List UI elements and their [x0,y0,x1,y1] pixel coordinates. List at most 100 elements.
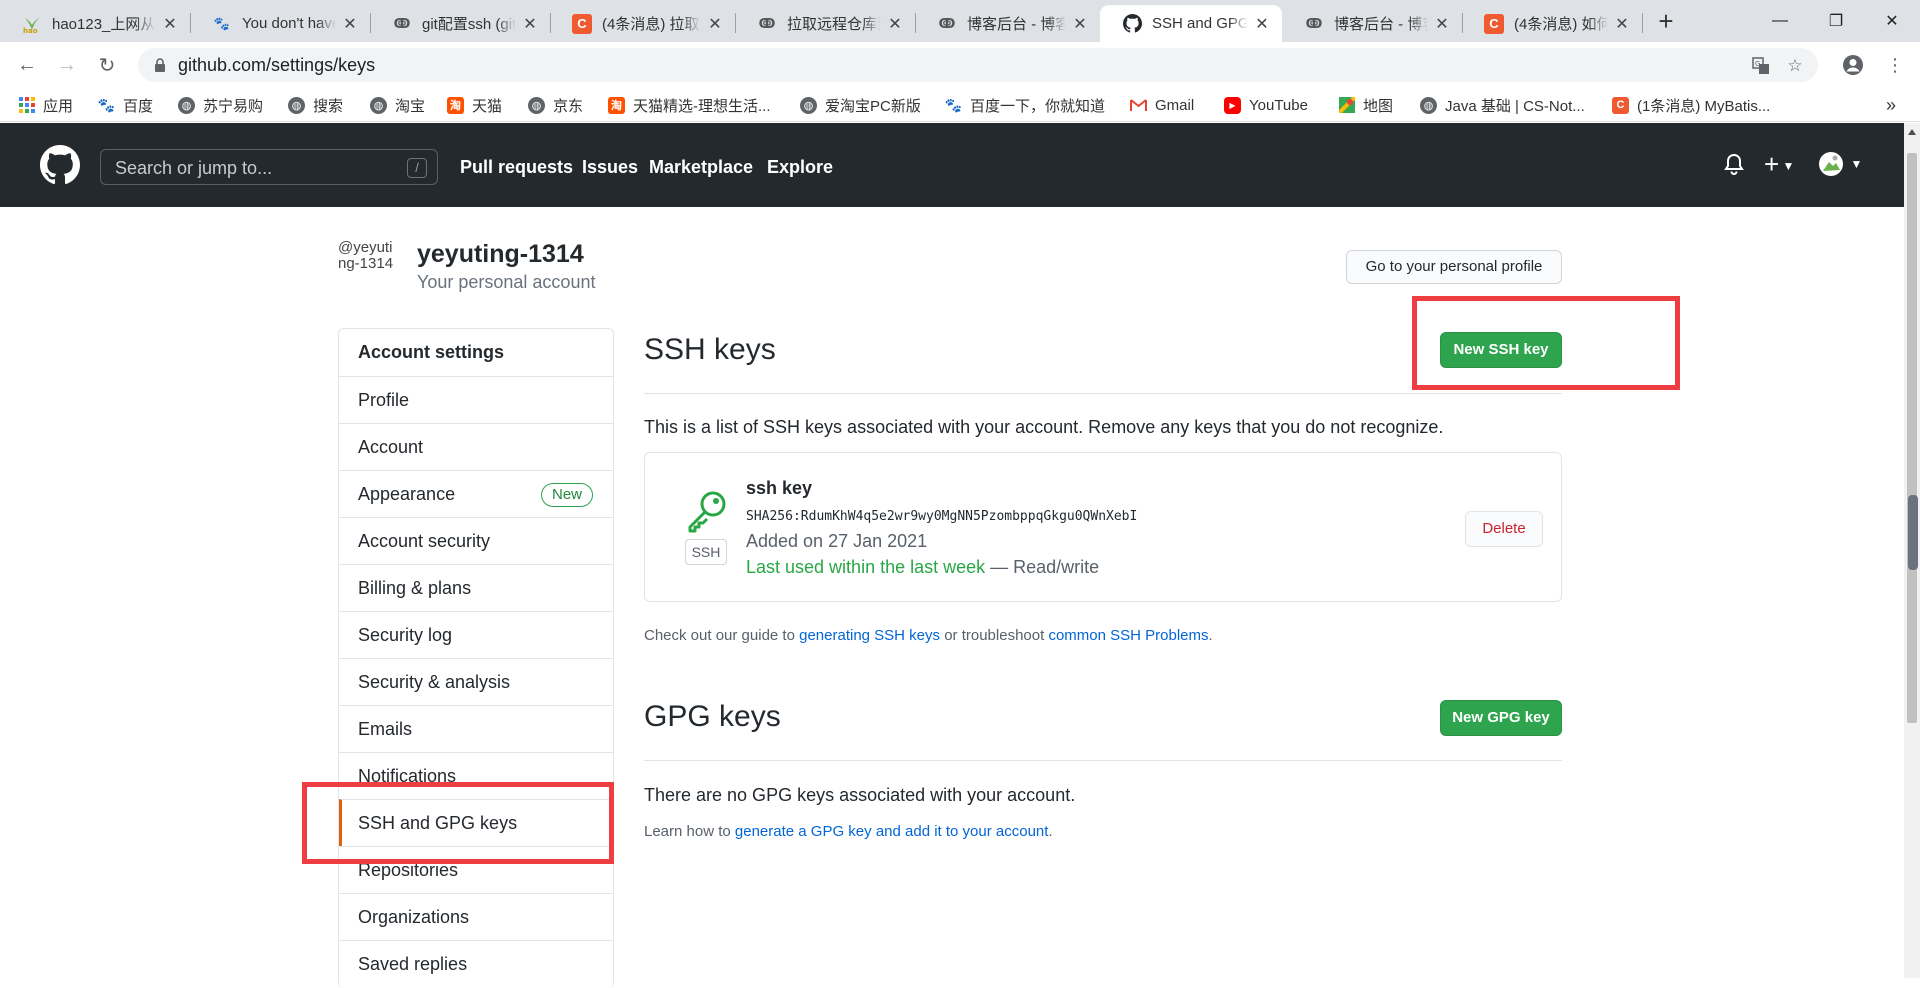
close-tab-icon[interactable]: ✕ [885,14,905,34]
close-tab-icon[interactable]: ✕ [1070,14,1090,34]
nav-explore[interactable]: Explore [767,157,833,178]
minimize-window-icon[interactable]: ― [1752,0,1808,42]
annotation-highlight-box [302,782,614,864]
bookmark-baidu-search[interactable]: 🐾 百度一下，你就知道 [945,94,1105,116]
ssh-key-added-date: Added on 27 Jan 2021 [746,531,928,551]
sidebar-item-emails[interactable]: Emails [339,705,613,752]
side-panel-handle[interactable] [1908,495,1918,570]
bookmark-apps[interactable]: 应用 [18,94,73,116]
create-new-plus-icon[interactable]: + ▼ [1764,149,1794,180]
bookmark-gmail[interactable]: Gmail [1130,94,1194,116]
tab-divider [1642,13,1643,33]
go-to-profile-button[interactable]: Go to your personal profile [1346,250,1562,284]
bookmark-maps[interactable]: 地图 [1338,94,1393,116]
delete-ssh-key-button[interactable]: Delete [1465,511,1543,547]
access-level-text: — Read/write [985,557,1100,577]
bookmark-star-icon[interactable]: ☆ [1784,55,1806,77]
bookmark-youtube[interactable]: ▶ YouTube [1224,94,1308,116]
restore-window-icon[interactable]: ❐ [1808,0,1864,42]
baidu-paw-icon: 🐾 [944,96,963,113]
generate-gpg-key-link[interactable]: generate a GPG key and add it to your ac… [735,823,1049,840]
hao123-icon: hao [22,14,42,34]
common-ssh-problems-link[interactable]: common SSH Problems [1048,627,1208,644]
settings-sidebar: Account settings Profile Account Appeara… [338,328,614,988]
browser-tab[interactable]: ↂ 拉取远程仓库到 ✕ [735,5,915,42]
browser-tab[interactable]: ↂ 博客后台 - 博客园 ✕ [1282,5,1462,42]
back-arrow-icon[interactable]: ← [12,50,42,80]
close-tab-icon[interactable]: ✕ [1252,14,1272,34]
sidebar-item-appearance[interactable]: Appearance New [339,470,613,517]
sidebar-item-billing[interactable]: Billing & plans [339,564,613,611]
browser-menu-icon[interactable]: ⋮ [1880,50,1910,80]
bookmark-java[interactable]: ◍ Java 基础 | CS-Not... [1420,94,1585,116]
sidebar-item-account-security[interactable]: Account security [339,517,613,564]
bookmark-baidu[interactable]: 🐾 百度 [98,94,153,116]
browser-tab[interactable]: C (4条消息) 拉取远程 ✕ [550,5,735,42]
bookmark-aitaobao[interactable]: ◍ 爱淘宝PC新版 [800,94,921,116]
scrollbar-thumb[interactable] [1907,153,1917,723]
lock-icon[interactable] [152,57,168,73]
new-gpg-key-button[interactable]: New GPG key [1440,700,1562,736]
close-tab-icon[interactable]: ✕ [340,14,360,34]
close-tab-icon[interactable]: ✕ [1432,14,1452,34]
browser-tab-strip: hao hao123_上网从这里开始 ✕ 🐾 You don't have ✕ … [0,0,1920,42]
close-tab-icon[interactable]: ✕ [1612,14,1632,34]
browser-tab-active[interactable]: SSH and GPG ✕ [1100,5,1282,42]
ssh-keys-description: This is a list of SSH keys associated wi… [644,417,1444,437]
browser-tab[interactable]: hao hao123_上网从这里开始 ✕ [0,5,190,42]
notifications-bell-icon[interactable] [1724,153,1744,180]
github-header: Search or jump to... / Pull requests Iss… [0,123,1904,207]
close-tab-icon[interactable]: ✕ [705,14,725,34]
bookmark-jd[interactable]: ◍ 京东 [528,94,583,116]
browser-tab[interactable]: ↂ 博客后台 - 博客园 ✕ [915,5,1100,42]
nav-marketplace[interactable]: Marketplace [649,157,753,178]
scroll-up-arrow-icon[interactable] [1908,129,1916,135]
github-logo-icon[interactable] [40,145,80,185]
caret-down-icon: ▼ [1850,157,1863,171]
bookmark-tmall-select[interactable]: 淘天猫精选-理想生活... [608,94,771,116]
globe-icon: ◍ [800,96,817,114]
browser-address-bar: ← → ↻ github.com/settings/keys G ☆ ⋮ [0,42,1920,88]
reload-icon[interactable]: ↻ [92,50,122,80]
forward-arrow-icon[interactable]: → [52,50,82,80]
new-tab-plus-icon[interactable]: + [1652,8,1680,36]
baidu-paw-icon: 🐾 [97,96,116,113]
bookmark-mybatis[interactable]: C (1条消息) MyBatis... [1612,94,1770,116]
translate-icon[interactable]: G [1750,55,1772,77]
nav-pull-requests[interactable]: Pull requests [460,157,573,178]
avatar-menu[interactable]: ▼ [1818,151,1863,182]
generating-ssh-keys-link[interactable]: generating SSH keys [799,627,940,644]
sidebar-item-security-analysis[interactable]: Security & analysis [339,658,613,705]
bookmark-search[interactable]: ◍ 搜索 [288,94,343,116]
close-tab-icon[interactable]: ✕ [160,14,180,34]
bookmark-taobao[interactable]: ◍ 淘宝 [370,94,425,116]
github-search-input[interactable]: Search or jump to... / [100,149,438,185]
avatar-icon [1819,152,1843,176]
close-tab-icon[interactable]: ✕ [520,14,540,34]
sidebar-item-account[interactable]: Account [339,423,613,470]
browser-tab[interactable]: 🐾 You don't have ✕ [190,5,370,42]
browser-tab[interactable]: C (4条消息) 如何 ✕ [1462,5,1642,42]
sidebar-item-profile[interactable]: Profile [339,376,613,423]
sidebar-item-label: Appearance [358,484,456,504]
ssh-key-name: ssh key [746,478,813,498]
url-text[interactable]: github.com/settings/keys [178,55,375,76]
key-icon [688,491,726,533]
sidebar-item-security-log[interactable]: Security log [339,611,613,658]
youtube-icon: ▶ [1224,96,1241,114]
sidebar-item-organizations[interactable]: Organizations [339,893,613,940]
maps-icon [1338,97,1355,114]
url-omnibox[interactable]: github.com/settings/keys G ☆ [138,48,1818,82]
bookmark-tmall[interactable]: 淘天猫 [447,94,502,116]
new-badge: New [540,483,593,507]
close-window-icon[interactable]: ✕ [1864,0,1920,42]
sidebar-item-saved-replies[interactable]: Saved replies [339,940,613,987]
more-bookmarks-icon[interactable]: » [1886,94,1896,116]
account-circle-icon[interactable] [1838,50,1868,80]
sidebar-heading: Account settings [358,342,505,362]
bookmark-suning[interactable]: ◍ 苏宁易购 [178,94,263,116]
nav-issues[interactable]: Issues [582,157,638,178]
section-divider [644,393,1562,394]
ssh-key-card: SSH ssh key SHA256:RdumKhW4q5e2wr9wy0MgN… [644,452,1562,602]
browser-tab[interactable]: ↂ git配置ssh (git ✕ [370,5,550,42]
